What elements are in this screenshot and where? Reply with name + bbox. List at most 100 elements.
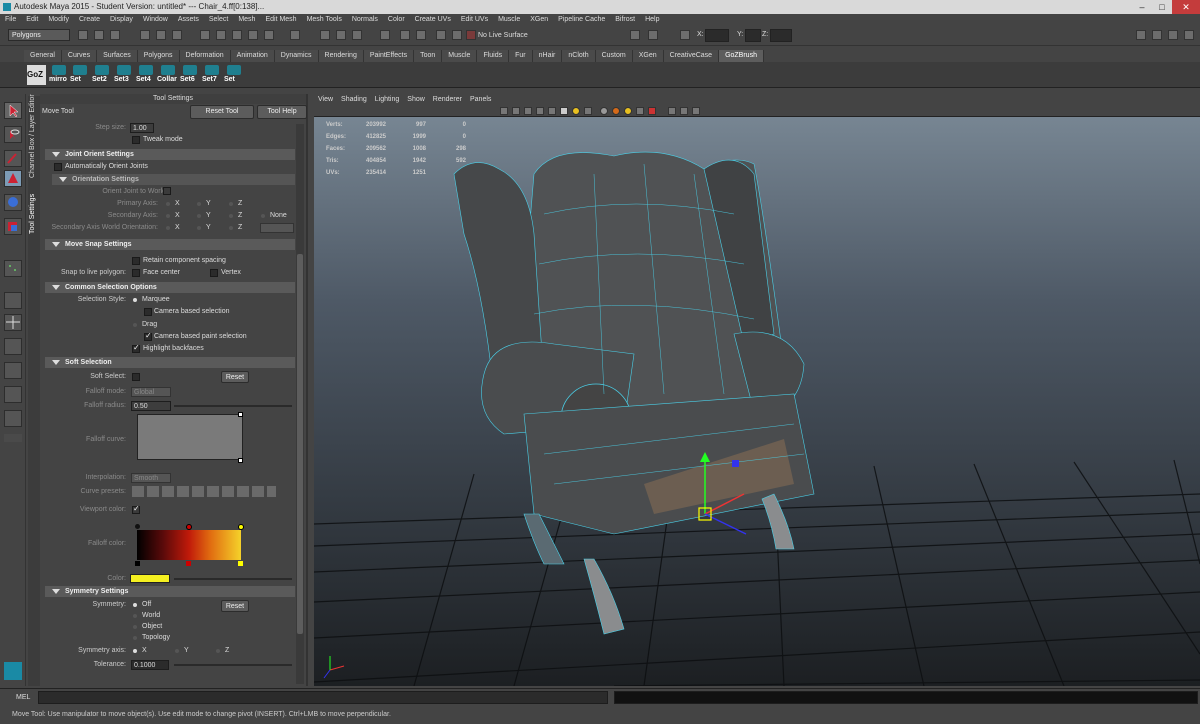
rotate-tool-icon[interactable] [4,194,22,211]
menu-bifrost[interactable]: Bifrost [610,14,640,26]
shelf-tab-general[interactable]: General [24,50,62,62]
menu-edit-mesh[interactable]: Edit Mesh [260,14,301,26]
curve-point-end[interactable] [238,458,243,463]
orientation-settings-section[interactable]: Orientation Settings [52,174,295,185]
persp-outliner-layout-icon[interactable] [4,338,22,355]
scrollbar-thumb[interactable] [297,254,303,634]
orient-world-checkbox[interactable] [163,187,171,195]
camera-paint-checkbox[interactable] [144,331,152,341]
z-field[interactable] [770,29,792,42]
symmetry-settings-section[interactable]: Symmetry Settings [45,586,295,597]
shelf-tab-nhair[interactable]: nHair [532,50,563,62]
tool-settings-tab[interactable]: Tool Settings [29,194,36,234]
snap-grid-icon[interactable] [200,30,210,40]
highlight-backfaces-checkbox[interactable] [132,343,140,353]
shelf-tab-gozbrush[interactable]: GoZBrush [719,50,764,62]
primary-axis-z-radio[interactable] [229,202,233,206]
shelf-tab-xgen[interactable]: XGen [632,50,664,62]
menu-select[interactable]: Select [204,14,233,26]
shelf-tab-deformation[interactable]: Deformation [179,50,231,62]
drag-radio[interactable] [133,323,137,327]
menu-mesh-tools[interactable]: Mesh Tools [302,14,347,26]
menu-xgen[interactable]: XGen [525,14,553,26]
joint-orient-section[interactable]: Joint Orient Settings [45,149,295,160]
interpolation-dropdown[interactable]: Smooth [131,473,171,483]
curve-point-start[interactable] [238,412,243,417]
symmetry-axis-y-radio[interactable] [175,649,179,653]
step-size-field[interactable]: 1.00 [130,123,154,133]
soft-selection-section[interactable]: Soft Selection [45,357,295,368]
secondary-axis-x-radio[interactable] [166,214,170,218]
menu-display[interactable]: Display [105,14,138,26]
menu-set-selector[interactable]: Polygons [8,29,70,41]
secondary-axis-z-radio[interactable] [229,214,233,218]
falloff-radius-field[interactable]: 0.50 [131,401,171,411]
panel-scrollbar[interactable] [296,124,304,684]
move-snap-section[interactable]: Move Snap Settings [45,239,295,250]
common-selection-section[interactable]: Common Selection Options [45,282,295,293]
menu-help[interactable]: Help [640,14,664,26]
symmetry-object-radio[interactable] [133,625,137,629]
tweak-mode-checkbox[interactable] [132,136,140,144]
chair-model[interactable] [453,151,815,635]
select-object-icon[interactable] [156,30,166,40]
ramp-handle-top-2[interactable] [186,524,192,530]
curve-presets-buttons[interactable] [132,486,276,497]
auto-orient-checkbox[interactable] [54,163,62,171]
shelf-button-set3[interactable]: Set3 [114,65,133,85]
color-slider[interactable] [174,578,292,580]
soft-select-checkbox[interactable] [132,373,140,381]
symmetry-reset-button[interactable]: Reset [221,600,249,612]
falloff-mode-dropdown[interactable]: Global [131,387,171,397]
scale-tool-icon[interactable] [4,218,22,235]
maya-home-icon[interactable] [4,662,22,680]
move-tool-icon[interactable] [4,170,22,187]
secondary-world-z-radio[interactable] [229,226,233,230]
ramp-handle-top-3[interactable] [238,524,244,530]
channel-box-tab[interactable]: Channel Box / Layer Editor [29,94,36,178]
make-live-icon[interactable] [264,30,274,40]
marquee-radio[interactable] [133,298,137,302]
select-component-icon[interactable] [172,30,182,40]
input-mode-icon[interactable] [648,30,658,40]
menu-window[interactable]: Window [138,14,173,26]
shelf-tab-surfaces[interactable]: Surfaces [97,50,138,62]
snap-view-icon[interactable] [248,30,258,40]
secondary-world-y-radio[interactable] [197,226,201,230]
attribute-editor-icon[interactable] [1136,30,1146,40]
shelf-tab-painteffects[interactable]: PaintEffects [363,50,415,62]
color-swatch[interactable] [130,574,170,583]
symmetry-axis-z-radio[interactable] [216,649,220,653]
menu-color[interactable]: Color [383,14,410,26]
command-input[interactable] [38,691,608,704]
ipr-render-icon[interactable] [336,30,346,40]
sym-icon-2[interactable] [416,30,426,40]
ramp-handle-bottom-2[interactable] [186,561,191,566]
menu-assets[interactable]: Assets [173,14,204,26]
shelf-tab-fur[interactable]: Fur [509,50,533,62]
channel-box-icon[interactable] [1168,30,1178,40]
shelf-tab-dynamics[interactable]: Dynamics [274,50,319,62]
shelf-button-set7[interactable]: Set7 [202,65,221,85]
falloff-color-ramp[interactable] [137,530,241,560]
menu-edit[interactable]: Edit [21,14,43,26]
shelf-tab-polygons[interactable]: Polygons [137,50,180,62]
shelf-tab-fluids[interactable]: Fluids [477,50,510,62]
lock-icon[interactable] [436,30,446,40]
symmetry-off-radio[interactable] [133,603,137,607]
ramp-handle-bottom-1[interactable] [135,561,140,566]
shelf-button-set4[interactable]: Set4 [136,65,155,85]
menu-pipeline-cache[interactable]: Pipeline Cache [553,14,610,26]
shelf-button-set2[interactable]: Set2 [92,65,111,85]
shelf-tab-animation[interactable]: Animation [230,50,275,62]
viewport-color-checkbox[interactable] [132,504,140,514]
tolerance-slider[interactable] [174,664,292,666]
shelf-tab-creativecase[interactable]: CreativeCase [663,50,720,62]
shelf-button-set[interactable]: Set [70,65,89,85]
lasso-tool-icon[interactable] [4,126,22,143]
tool-settings-icon[interactable] [1152,30,1162,40]
face-center-checkbox[interactable] [132,269,140,277]
history-icon[interactable] [290,30,300,40]
soft-select-reset-button[interactable]: Reset [221,371,249,383]
symmetry-axis-x-radio[interactable] [133,649,137,653]
